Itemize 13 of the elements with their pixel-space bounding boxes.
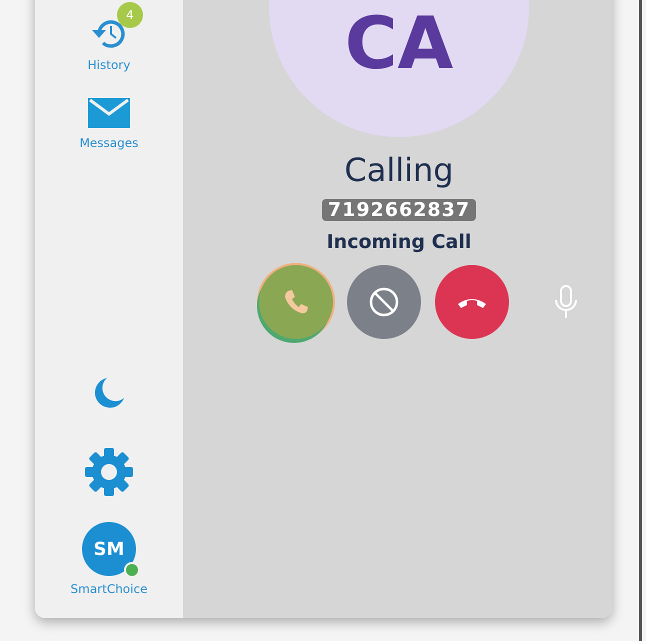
phone-number: 7192662837 — [322, 199, 476, 221]
settings-icon[interactable] — [82, 446, 135, 498]
call-title: Calling — [344, 151, 454, 189]
count-badge: 4 — [116, 2, 143, 28]
call-status: Incoming Call — [326, 231, 472, 253]
nav-label[interactable]: Messages — [80, 136, 138, 150]
user-avatar[interactable]: SM — [82, 522, 136, 576]
user-name[interactable]: SmartChoice — [70, 582, 148, 596]
answer-button[interactable] — [259, 265, 333, 339]
nav-label[interactable]: History — [88, 58, 130, 72]
caller-avatar: CA — [269, 0, 529, 137]
block-icon — [367, 285, 401, 319]
envelope-icon[interactable] — [88, 98, 130, 128]
